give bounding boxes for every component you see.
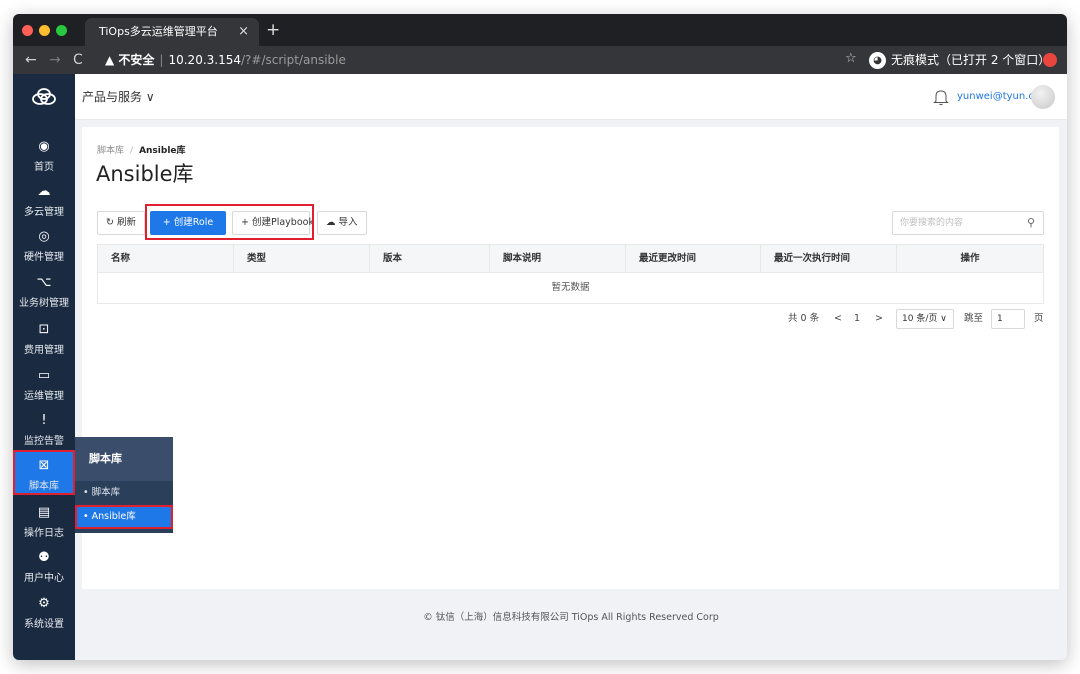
footer-copyright: © 钛信（上海）信息科技有限公司 TiOps All Rights Reserv… <box>423 612 719 623</box>
incognito-icon: ◕ <box>869 52 886 69</box>
column-header: 最近更改时间 <box>626 245 761 272</box>
url-divider: | <box>159 53 164 67</box>
settings-icon: ⚙ <box>38 596 50 611</box>
sidebar: ◉ 首页 ☁ 多云管理 ◎ 硬件管理 ⌥ 业务树管理 ⊡ 费用管理 ▭ 运维管理… <box>13 74 75 660</box>
monitor-icon: ▭ <box>37 368 51 383</box>
incognito-label: 无痕模式（已打开 2 个窗口） <box>891 53 1051 67</box>
minimize-window-button[interactable] <box>39 25 50 36</box>
reload-icon[interactable]: C <box>73 51 83 69</box>
submenu-header: 脚本库 <box>75 437 173 481</box>
column-header: 操作 <box>960 253 980 264</box>
products-dropdown[interactable]: 产品与服务 ∨ <box>82 74 155 120</box>
submenu-item-ansible[interactable]: • Ansible库 <box>75 505 173 529</box>
sidebar-item-label: 运维管理 <box>24 391 64 402</box>
top-header: 产品与服务 ∨ yunwei@tyun.cn <box>75 74 1067 120</box>
bell-icon[interactable] <box>933 88 949 106</box>
pagination-prev[interactable]: < <box>834 309 842 329</box>
browser-window: TiOps多云运维管理平台 × + ← → C ▲ 不安全 | 10.20.3.15… <box>13 14 1067 660</box>
sidebar-item-label: 业务树管理 <box>19 298 69 309</box>
dashboard-icon: ◉ <box>38 139 50 154</box>
sidebar-item-label: 首页 <box>34 162 54 173</box>
sidebar-item-cost[interactable]: ⊡ 费用管理 <box>13 322 75 356</box>
breadcrumb-parent[interactable]: 脚本库 <box>97 146 124 156</box>
url-path: /?#/script/ansible <box>241 53 346 67</box>
table-header: 名称 类型 版本 脚本说明 最近更改时间 最近一次执行时间 操作 <box>98 245 1043 273</box>
jump-page-input[interactable]: 1 <box>991 309 1025 329</box>
sidebar-item-settings[interactable]: ⚙ 系统设置 <box>13 596 75 630</box>
close-tab-icon[interactable]: × <box>238 18 249 46</box>
jump-label: 跳至 <box>964 313 984 324</box>
column-header: 名称 <box>98 245 234 272</box>
new-tab-button[interactable]: + <box>266 18 280 42</box>
refresh-button[interactable]: ↻ 刷新 <box>97 211 145 235</box>
sidebar-item-hardware[interactable]: ◎ 硬件管理 <box>13 229 75 263</box>
sidebar-item-label: 费用管理 <box>24 345 64 356</box>
hardware-icon: ◎ <box>38 229 50 244</box>
sidebar-item-multicloud[interactable]: ☁ 多云管理 <box>13 184 75 218</box>
wallet-icon: ⊡ <box>38 322 50 337</box>
empty-state: 暂无数据 <box>551 282 590 293</box>
page-size-select[interactable]: 10 条/页 ∨ <box>896 309 954 329</box>
security-warning[interactable]: ▲ 不安全 <box>105 53 154 67</box>
sidebar-item-label: 监控告警 <box>24 436 64 447</box>
pagination-current[interactable]: 1 <box>854 309 860 329</box>
sidebar-item-logs[interactable]: ▤ 操作日志 <box>13 505 75 539</box>
url-host: 10.20.3.154 <box>168 53 241 67</box>
cloud-icon: ☁ <box>37 184 51 199</box>
incognito-indicator[interactable]: ◕ 无痕模式（已打开 2 个窗口） <box>869 50 1050 70</box>
document-icon: ▤ <box>37 505 51 520</box>
sidebar-item-label: 多云管理 <box>24 207 64 218</box>
breadcrumb-separator: / <box>130 146 134 156</box>
search-icon[interactable]: ⚲ <box>1027 212 1035 234</box>
pagination-total: 共 0 条 <box>788 313 820 324</box>
code-file-icon: ⊠ <box>38 458 50 473</box>
import-button[interactable]: ☁ 导入 <box>317 211 367 235</box>
alert-icon: ! <box>41 413 47 428</box>
sidebar-item-users[interactable]: ⚉ 用户中心 <box>13 550 75 584</box>
browser-tab[interactable]: TiOps多云运维管理平台 × <box>85 18 259 46</box>
column-header: 类型 <box>234 245 370 272</box>
pagination-next[interactable]: > <box>875 309 883 329</box>
page-suffix: 页 <box>1034 313 1044 324</box>
browser-tab-bar: TiOps多云运维管理平台 × + <box>13 14 1067 46</box>
tab-title: TiOps多云运维管理平台 <box>99 25 218 38</box>
highlight-box <box>145 204 314 240</box>
sidebar-item-label: 硬件管理 <box>24 252 64 263</box>
url-field[interactable]: ▲ 不安全 | 10.20.3.154/?#/script/ansible <box>99 49 879 71</box>
profile-icon[interactable] <box>1043 53 1057 67</box>
column-header: 版本 <box>370 245 490 272</box>
sidebar-item-home[interactable]: ◉ 首页 <box>13 139 75 173</box>
sidebar-item-label: 系统设置 <box>24 619 64 630</box>
avatar[interactable] <box>1031 85 1055 109</box>
sidebar-item-scripts[interactable]: ⊠ 脚本库 <box>13 450 75 495</box>
address-bar: ← → C ▲ 不安全 | 10.20.3.154/?#/script/ansibl… <box>13 46 1067 74</box>
sidebar-item-alerts[interactable]: ! 监控告警 <box>13 413 75 447</box>
tiops-logo-icon[interactable] <box>31 84 57 110</box>
breadcrumb-current: Ansible库 <box>139 146 186 156</box>
search-placeholder: 你要搜索的内容 <box>900 218 964 228</box>
user-email[interactable]: yunwei@tyun.cn <box>957 74 1040 120</box>
tree-icon: ⌥ <box>36 275 52 290</box>
forward-arrow-icon[interactable]: → <box>49 51 61 69</box>
scripts-submenu: 脚本库 • 脚本库 • Ansible库 <box>75 437 173 533</box>
sidebar-item-business-tree[interactable]: ⌥ 业务树管理 <box>13 275 75 309</box>
ansible-table: 名称 类型 版本 脚本说明 最近更改时间 最近一次执行时间 操作 暂无数据 <box>97 244 1044 304</box>
submenu-item-scripts[interactable]: • 脚本库 <box>75 481 173 505</box>
back-arrow-icon[interactable]: ← <box>25 51 37 69</box>
sidebar-item-ops[interactable]: ▭ 运维管理 <box>13 368 75 402</box>
column-header: 最近一次执行时间 <box>761 245 897 272</box>
sidebar-item-label: 用户中心 <box>24 573 64 584</box>
sidebar-item-label: 脚本库 <box>29 481 59 492</box>
sidebar-item-label: 操作日志 <box>24 528 64 539</box>
maximize-window-button[interactable] <box>56 25 67 36</box>
close-window-button[interactable] <box>22 25 33 36</box>
column-header: 脚本说明 <box>490 245 626 272</box>
breadcrumb: 脚本库 / Ansible库 <box>97 143 186 156</box>
main-content: 脚本库 / Ansible库 Ansible库 ↻ 刷新 + 创建Role + 创建… <box>82 127 1059 589</box>
user-icon: ⚉ <box>38 550 50 565</box>
page-title: Ansible库 <box>96 162 194 186</box>
bookmark-star-icon[interactable]: ☆ <box>845 51 857 66</box>
search-input[interactable]: 你要搜索的内容 ⚲ <box>892 211 1044 235</box>
